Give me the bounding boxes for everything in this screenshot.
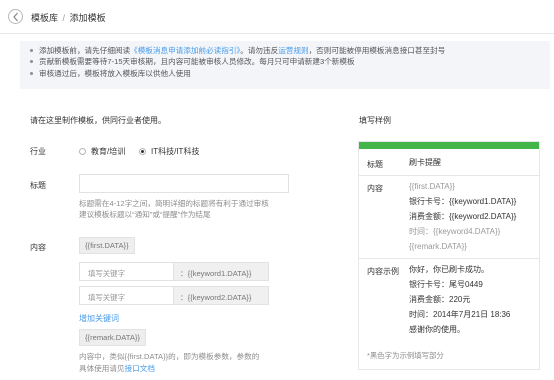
divider bbox=[359, 175, 539, 176]
guide-link[interactable]: 《模板消息申请添加前必读指引》 bbox=[130, 46, 240, 55]
rules-link[interactable]: 运营规则 bbox=[278, 46, 308, 55]
keyword-addon-text: ：{{keyword2.DATA}} bbox=[180, 293, 252, 302]
notice-text: 。请勿违反 bbox=[240, 46, 279, 55]
breadcrumb-current: 添加模板 bbox=[69, 13, 106, 23]
sample-example-line: 你好，你已刷卡成功。 bbox=[409, 265, 489, 274]
radio-checked-icon bbox=[139, 148, 146, 155]
sample-example-line: 银行卡号：尾号0449 bbox=[409, 280, 483, 289]
title-hint: 建议模板标题以“通知”或“提醒”作为结尾 bbox=[79, 210, 211, 219]
title-label: 标题 bbox=[30, 181, 46, 190]
sample-card: 标题 刷卡提醒 内容 {{first.DATA}} 银行卡号：{{keyword… bbox=[358, 141, 540, 370]
top-bar: 模板库 / 添加模板 bbox=[0, 0, 554, 34]
content-hint: 内容中，类似{{first.DATA}}的，即为模板参数，参数的 bbox=[79, 352, 260, 361]
industry-label: 行业 bbox=[30, 147, 46, 156]
breadcrumb-separator: / bbox=[62, 13, 66, 23]
industry-option-label: 教育/培训 bbox=[91, 147, 126, 156]
sample-example-line: 消费金额：220元 bbox=[409, 295, 471, 304]
sample-content-line: {{first.DATA}} bbox=[409, 182, 455, 191]
sample-accent-bar bbox=[359, 142, 539, 149]
content-hint: 具体使用请见接口文档 bbox=[79, 363, 155, 374]
remark-data-text: {{remark.DATA}} bbox=[85, 333, 141, 342]
title-input[interactable] bbox=[79, 174, 289, 193]
sample-content-line: 消费金额：{{keyword2.DATA}} bbox=[409, 212, 517, 221]
sample-title-key: 标题 bbox=[367, 160, 383, 169]
add-keyword-link[interactable]: 增加关键词 bbox=[79, 313, 119, 324]
keyword-input[interactable]: 填写关键字 bbox=[79, 286, 174, 305]
breadcrumb: 模板库 / 添加模板 bbox=[31, 11, 106, 24]
sample-content-key: 内容 bbox=[367, 184, 383, 193]
sample-footnote: *黑色字为示例填写部分 bbox=[367, 351, 444, 360]
sample-example-line: 感谢你的使用。 bbox=[409, 325, 465, 334]
notice-text: 添加模板前，请先仔细阅读 bbox=[39, 46, 131, 55]
first-data-tag: {{first.DATA}} bbox=[79, 237, 135, 254]
sample-heading: 填写样例 bbox=[359, 116, 391, 125]
title-hint: 标题需在4-12字之间，简明详细的标题将有利于通过审核 bbox=[79, 199, 269, 208]
keyword-addon-text: ：{{keyword1.DATA}} bbox=[180, 269, 252, 278]
sample-example-key: 内容示例 bbox=[367, 267, 399, 276]
content-label: 内容 bbox=[30, 243, 46, 252]
sample-example-line: 时间：2014年7月21日 18:36 bbox=[409, 310, 511, 319]
industry-option-it[interactable]: IT科技/IT科技 bbox=[139, 146, 199, 157]
industry-option-label: IT科技/IT科技 bbox=[151, 147, 200, 156]
keyword-addon: ：{{keyword1.DATA}} bbox=[174, 262, 269, 281]
keyword-input[interactable]: 填写关键字 bbox=[79, 262, 174, 281]
first-data-text: {{first.DATA}} bbox=[85, 241, 129, 250]
keyword-addon: ：{{keyword2.DATA}} bbox=[174, 286, 269, 305]
notice-text: ，否则可能被停用模板消息接口甚至封号 bbox=[308, 46, 446, 55]
content-hint-text: 具体使用请见 bbox=[79, 364, 125, 373]
breadcrumb-root[interactable]: 模板库 bbox=[31, 13, 58, 23]
radio-icon bbox=[79, 148, 86, 155]
sample-title-value: 刷卡提醒 bbox=[409, 158, 441, 167]
divider bbox=[359, 258, 539, 259]
sample-content-line: {{remark.DATA}} bbox=[409, 242, 467, 251]
sample-content-line: 银行卡号：{{keyword1.DATA}} bbox=[409, 197, 517, 206]
remark-data-tag: {{remark.DATA}} bbox=[79, 329, 147, 346]
chevron-left-icon bbox=[13, 12, 18, 22]
keyword-placeholder: 填写关键字 bbox=[88, 293, 125, 302]
sample-content-line: 时间：{{keyword4.DATA}} bbox=[409, 227, 501, 236]
notice-line-3: 审核通过后，模板将放入模板库以供他人使用 bbox=[30, 68, 550, 79]
industry-option-education[interactable]: 教育/培训 bbox=[79, 146, 125, 157]
api-doc-link[interactable]: 接口文档 bbox=[125, 364, 155, 373]
form-intro: 请在这里制作模板，供同行业者使用。 bbox=[30, 116, 166, 125]
notice-line-2: 贡献新模板需要等待7-15天审核期，且内容可能被审核人员修改。每月只可申请新建3… bbox=[30, 56, 550, 67]
notice-line-1: 添加模板前，请先仔细阅读《模板消息申请添加前必读指引》。请勿违反运营规则，否则可… bbox=[30, 45, 550, 56]
notice-box: 添加模板前，请先仔细阅读《模板消息申请添加前必读指引》。请勿违反运营规则，否则可… bbox=[20, 41, 550, 89]
keyword-placeholder: 填写关键字 bbox=[88, 269, 125, 278]
back-button[interactable] bbox=[8, 9, 23, 24]
